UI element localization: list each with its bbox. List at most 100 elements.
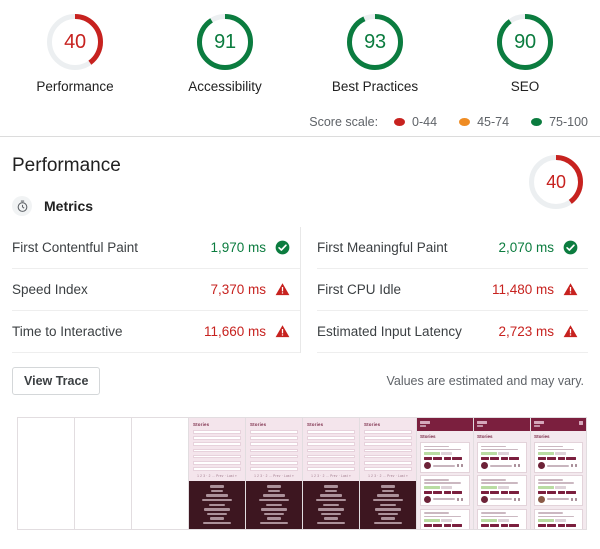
frame-app-header [531,418,586,431]
frame-logo-icon [534,421,544,424]
gauge-label: Best Practices [331,79,419,94]
filmstrip-frame: Stories 1 2 3 · 2 … Prev · Last » [359,417,416,530]
frame-heading: Stories [420,434,436,439]
skeleton-bar [193,467,241,471]
frame-footer-dark [246,481,302,529]
skeleton-bar [193,448,241,453]
skeleton-bar [193,442,241,446]
frame-title: Stories [364,422,381,427]
view-trace-button[interactable]: View Trace [12,366,101,396]
metric-row[interactable]: Estimated Input Latency 2,723 ms [317,311,588,353]
warning-triangle-icon [563,325,578,338]
screenshot-filmstrip: Stories 1 2 3 · 2 … Prev · Last » Stories 1… [17,417,587,530]
skeleton-bar [250,467,298,471]
frame-content-top: Stories 1 2 3 · 2 … Prev · Last » [246,418,302,482]
frame-title: Stories [307,422,324,427]
scale-dot-icon [531,118,543,126]
scale-range-label: 45-74 [477,115,510,129]
frame-content-body: Stories [531,431,586,529]
metric-name: First Meaningful Paint [317,240,448,255]
score-gauge-seo[interactable]: 90 SEO [450,14,600,94]
skeleton-bar [364,460,412,465]
frame-pagination: 1 2 3 · 2 … Prev · Last » [254,473,294,478]
frame-story-card [420,442,470,473]
warning-triangle-icon [275,325,290,338]
score-scale-label: Score scale: [309,115,379,129]
skeleton-bar [250,442,298,446]
frame-title: Stories [250,422,267,427]
skeleton-bar [307,448,355,453]
metric-value: 7,370 ms [210,282,266,297]
frame-story-card [420,508,470,529]
metric-name: Time to Interactive [12,324,123,339]
metric-value: 11,660 ms [203,324,266,339]
score-gauge-accessibility[interactable]: 91 Accessibility [150,14,300,94]
filmstrip-frame [131,417,188,530]
frame-content-top: Stories 1 2 3 · 2 … Prev · Last » [360,418,416,482]
frame-app-header [417,418,473,431]
metric-value: 11,480 ms [491,282,554,297]
performance-score-gauge[interactable]: 40 [529,155,583,209]
filmstrip-frame: Stories [416,417,473,530]
frame-story-card [534,442,583,473]
filmstrip-frame: Stories 1 2 3 · 2 … Prev · Last » [188,417,245,530]
metric-value: 2,723 ms [498,324,554,339]
category-header: Performance 40 [12,137,588,209]
gauge-label: Performance [36,79,114,94]
frame-title: Stories [193,422,210,427]
metric-row[interactable]: First Contentful Paint 1,970 ms [12,227,300,269]
skeleton-bar [364,436,412,440]
frame-logo-icon [477,421,487,424]
score-gauge-performance[interactable]: 40 Performance [0,14,150,94]
metric-name: First Contentful Paint [12,240,139,255]
gauge-score: 40 [64,30,86,53]
frame-story-card [534,475,583,507]
frame-footer-dark [360,481,416,529]
skeleton-bar [307,460,355,465]
estimate-disclaimer: Values are estimated and may vary. [386,374,584,388]
metrics-heading-row: Metrics [12,191,588,221]
frame-heading: Stories [534,434,550,439]
frame-footer-dark [189,481,245,529]
performance-category-section: Performance 40 Metrics First Contentful … [0,137,600,396]
gauge-score: 93 [364,30,386,53]
score-scale-legend: Score scale: 0-44 45-74 75-100 [309,115,588,129]
metric-row[interactable]: First Meaningful Paint 2,070 ms [317,227,588,269]
metric-name: First CPU Idle [317,282,402,297]
page-title: Performance [12,155,121,176]
skeleton-bar [250,460,298,465]
gauge-ring: 40 [47,14,103,70]
metric-row[interactable]: Speed Index 7,370 ms [12,269,300,311]
frame-story-card [477,475,527,507]
frame-story-card [477,508,527,529]
gauge-label: SEO [510,79,540,94]
scale-range-label: 0-44 [412,115,438,129]
metric-row[interactable]: Time to Interactive 11,660 ms [12,311,300,353]
gauge-score: 91 [214,30,236,53]
score-gauge-best-practices[interactable]: 93 Best Practices [300,14,450,94]
metrics-grid: First Contentful Paint 1,970 ms Speed Inde… [12,227,588,353]
filmstrip-frame: Stories 1 2 3 · 2 … Prev · Last » [245,417,302,530]
frame-content-top: Stories 1 2 3 · 2 … Prev · Last » [189,418,245,482]
metric-row[interactable]: First CPU Idle 11,480 ms [317,269,588,311]
skeleton-bar [364,454,412,459]
frame-pagination: 1 2 3 · 2 … Prev · Last » [368,473,408,478]
frame-content-body: Stories [417,431,473,529]
category-gauge-score: 40 [546,171,566,192]
metrics-heading: Metrics [44,198,94,214]
frame-heading: Stories [477,434,493,439]
skeleton-bar [250,430,298,434]
frame-content-top: Stories 1 2 3 · 2 … Prev · Last » [303,418,359,482]
skeleton-bar [193,436,241,440]
filmstrip-frame: Stories 1 2 3 · 2 … Prev · Last » [302,417,359,530]
score-scale-item: 75-100 [531,115,588,129]
frame-app-header [474,418,530,431]
metric-name: Speed Index [12,282,88,297]
metrics-column-right: First Meaningful Paint 2,070 ms First CPU … [300,227,588,353]
stopwatch-icon [12,196,32,216]
frame-content-body: Stories [474,431,530,529]
skeleton-bar [193,454,241,459]
gauge-ring: 90 [497,14,553,70]
score-scale-item: 0-44 [394,115,437,129]
frame-pagination: 1 2 3 · 2 … Prev · Last » [197,473,237,478]
